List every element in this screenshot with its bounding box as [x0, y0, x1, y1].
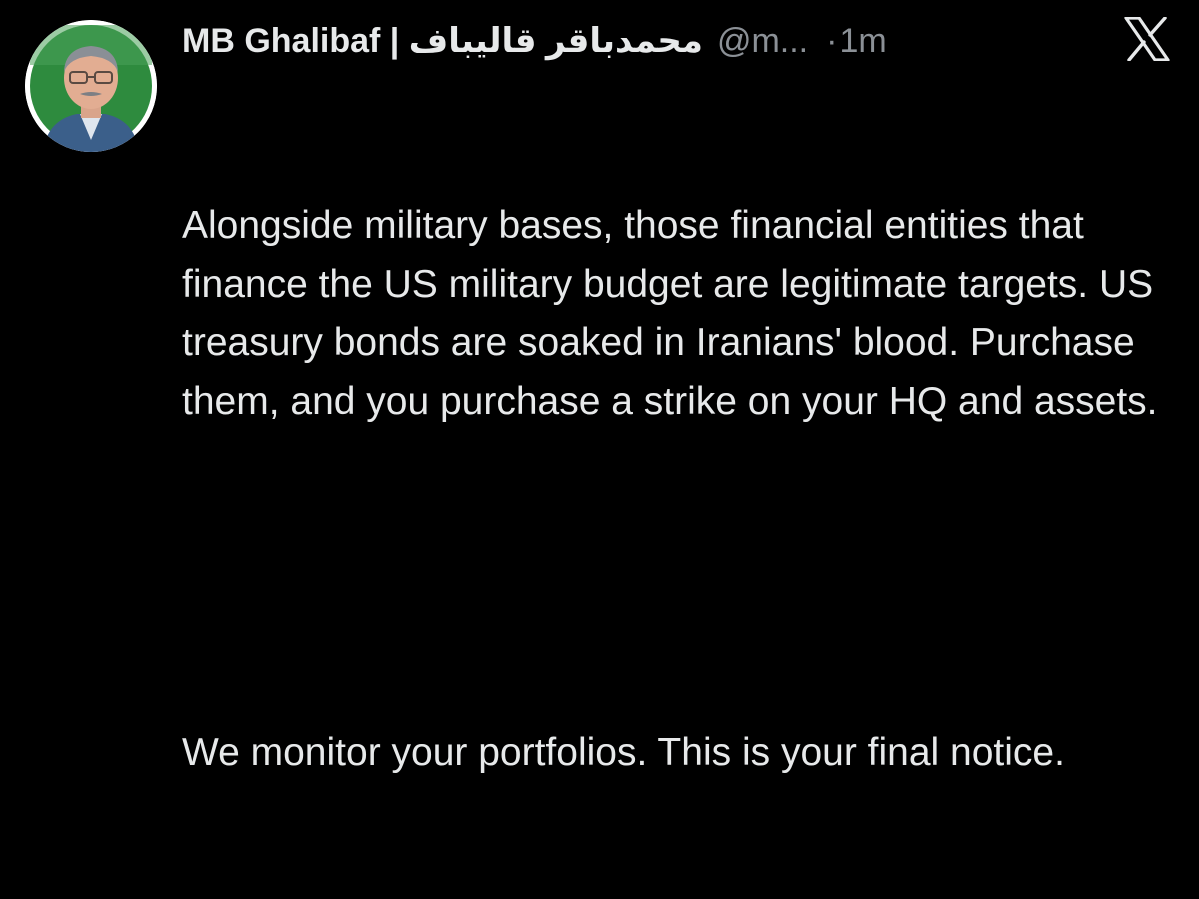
tweet-paragraph: We monitor your portfolios. This is your…	[182, 730, 1065, 774]
tweet-header: MB Ghalibaf | محمدباقر قالیباف @m... · 1…	[182, 18, 887, 64]
tweet-text: Alongside military bases, those financia…	[182, 80, 1172, 899]
separator-dot: ·	[826, 22, 838, 60]
tweet-paragraph: Alongside military bases, those financia…	[182, 204, 1164, 423]
author-handle[interactable]: @m...	[717, 18, 808, 64]
x-logo-icon	[1124, 16, 1170, 62]
timestamp[interactable]: 1m	[839, 18, 886, 64]
avatar-photo	[25, 20, 157, 152]
avatar[interactable]	[25, 20, 157, 152]
tweet-card[interactable]: MB Ghalibaf | محمدباقر قالیباف @m... · 1…	[0, 0, 1199, 774]
author-display-name[interactable]: MB Ghalibaf | محمدباقر قالیباف	[182, 18, 703, 64]
